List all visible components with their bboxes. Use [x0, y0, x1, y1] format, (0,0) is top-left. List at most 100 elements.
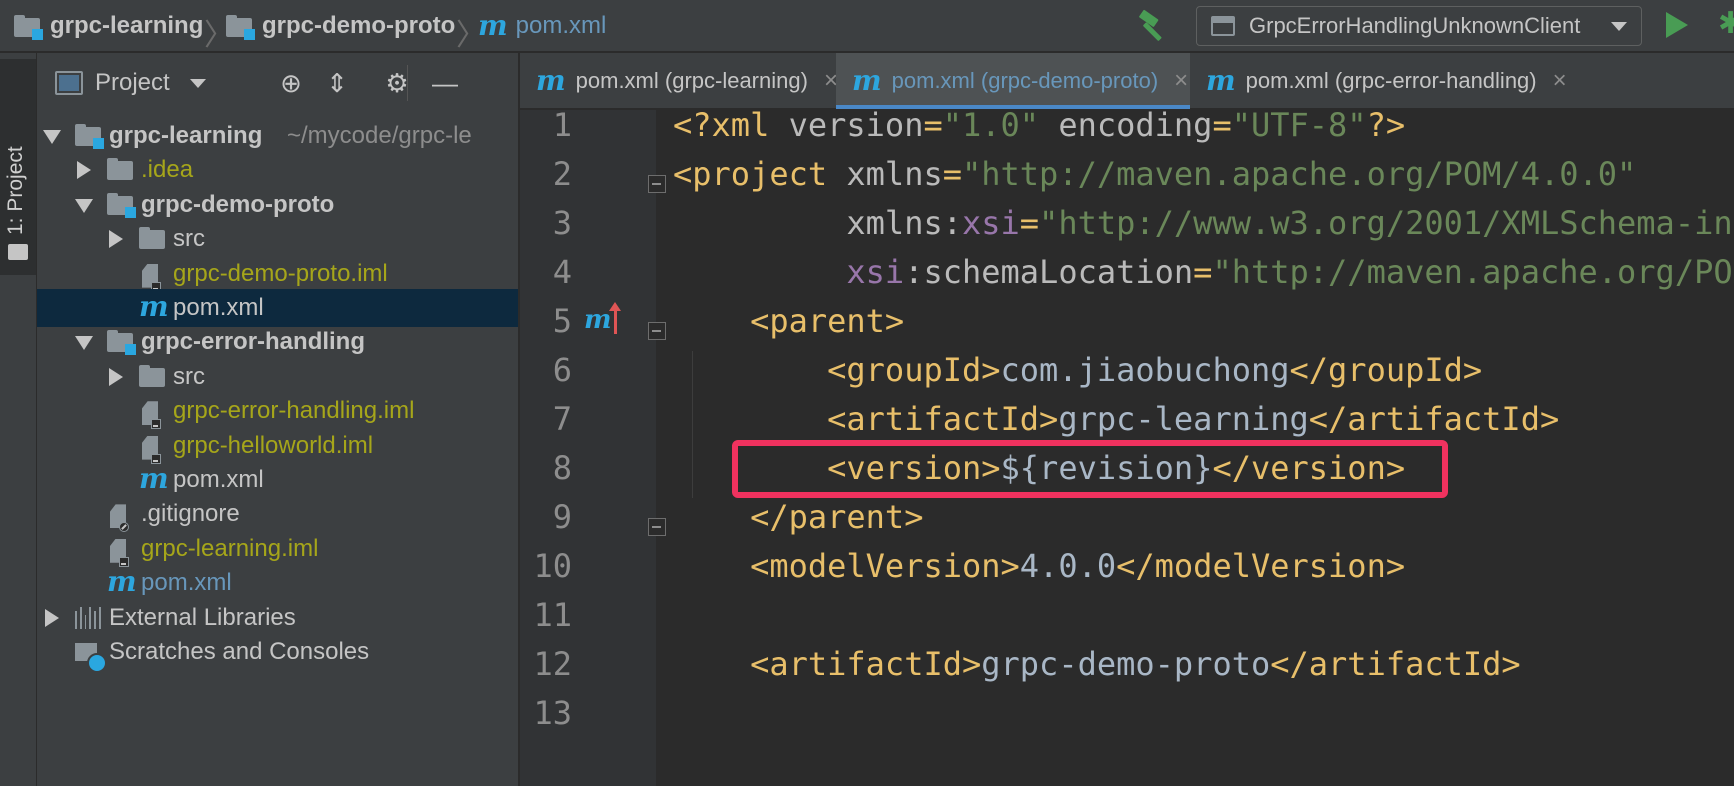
tree-item-label: grpc-learning: [109, 122, 263, 149]
build-hammer-icon[interactable]: [1136, 8, 1172, 44]
project-view-dropdown[interactable]: Project: [55, 69, 206, 97]
project-window-icon: [55, 71, 83, 95]
line-number: 3: [552, 204, 572, 242]
run-configuration-dropdown[interactable]: GrpcErrorHandlingUnknownClient: [1196, 6, 1642, 46]
collapse-all-icon[interactable]: ⇕: [321, 67, 353, 99]
code-line: <modelVersion>4.0.0</modelVersion>: [750, 547, 1406, 585]
tree-item-label: .idea: [141, 156, 194, 184]
tree-item[interactable]: grpc-error-handling.iml: [37, 392, 518, 430]
tree-item[interactable]: grpc-helloworld.iml: [37, 427, 518, 465]
tree-item[interactable]: grpc-learning ~/mycode/grpc-le: [37, 117, 518, 155]
chevron-down-icon[interactable]: [43, 130, 61, 144]
line-number: 6: [552, 351, 572, 389]
tree-item[interactable]: .gitignore: [37, 495, 518, 533]
iml-file-icon: [139, 436, 161, 464]
chevron-down-icon[interactable]: [75, 198, 93, 213]
chevron-right-icon[interactable]: [77, 161, 91, 180]
fold-marker-icon[interactable]: [648, 322, 666, 340]
minimize-icon[interactable]: —: [429, 67, 461, 99]
editor-tab[interactable]: m pom.xml (grpc-learning) ×: [520, 53, 838, 109]
tree-item-label: grpc-demo-proto: [141, 190, 335, 218]
breadcrumb-item[interactable]: grpc-demo-proto: [226, 0, 455, 52]
tree-item-label: src: [173, 225, 205, 253]
editor-tab[interactable]: m pom.xml (grpc-error-handling) ×: [1190, 53, 1570, 109]
breadcrumb-label: grpc-demo-proto: [262, 12, 456, 39]
chevron-right-icon[interactable]: [45, 608, 59, 627]
folder-icon: [8, 244, 28, 260]
maven-icon: m: [1206, 64, 1236, 97]
tree-item-label: pom.xml: [173, 466, 264, 493]
tree-item-label: grpc-error-handling.iml: [173, 397, 415, 425]
breadcrumb-label: grpc-learning: [50, 12, 204, 39]
fold-marker-icon[interactable]: [648, 175, 666, 193]
fold-marker-icon[interactable]: [648, 518, 666, 536]
code-line: <artifactId>grpc-learning</artifactId>: [827, 400, 1560, 438]
tree-item-label: pom.xml: [141, 569, 232, 597]
code-line: <?xml version="1.0" encoding="UTF-8"?>: [673, 110, 1406, 144]
module-folder-icon: [14, 15, 43, 40]
editor-gutter: 1 2 3 4 5 6 7 8 9 10 11 12 13: [520, 110, 656, 786]
tree-item-label: src: [173, 362, 205, 390]
maven-parent-marker-icon[interactable]: m: [584, 302, 621, 335]
chevron-down-icon: [189, 78, 206, 88]
breadcrumb-item[interactable]: grpc-learning: [14, 0, 203, 52]
tree-item[interactable]: m pom.xml: [37, 461, 518, 499]
line-number: 11: [533, 596, 572, 634]
code-line: xsi:schemaLocation="http://maven.apache.…: [846, 253, 1734, 291]
tree-item[interactable]: m pom.xml: [37, 289, 518, 327]
tree-item[interactable]: grpc-demo-proto: [37, 186, 518, 224]
folder-icon: [107, 158, 135, 181]
close-icon[interactable]: ×: [1553, 67, 1567, 95]
project-panel-title: Project: [95, 69, 170, 96]
tree-item[interactable]: src: [37, 358, 518, 396]
tree-item-path-hint: ~/mycode/grpc-le: [287, 122, 472, 149]
gear-icon[interactable]: ⚙: [381, 67, 413, 99]
project-tool-label: 1: Project: [4, 146, 27, 235]
close-icon[interactable]: ×: [1174, 67, 1188, 95]
tree-item-label: grpc-learning.iml: [141, 534, 319, 562]
run-button[interactable]: [1666, 12, 1688, 38]
project-tool-window-button[interactable]: 1: Project: [0, 59, 36, 275]
code-line: </parent>: [750, 498, 924, 536]
maven-icon: m: [478, 9, 508, 42]
breadcrumb-item[interactable]: m pom.xml: [478, 0, 606, 52]
tree-item[interactable]: External Libraries: [37, 599, 518, 637]
line-number: 8: [552, 449, 572, 487]
line-number: 7: [552, 400, 572, 438]
chevron-down-icon: [1611, 21, 1627, 31]
code-line: <artifactId>grpc-demo-proto</artifactId>: [750, 645, 1521, 683]
tree-item[interactable]: grpc-demo-proto.iml: [37, 255, 518, 293]
indent-guide: [692, 351, 693, 498]
iml-file-icon: [107, 539, 129, 567]
debug-button[interactable]: ✱: [1718, 6, 1734, 46]
editor-tab-active[interactable]: m pom.xml (grpc-demo-proto) ×: [836, 53, 1190, 109]
maven-icon: m: [536, 64, 566, 97]
maven-marker-label: m: [584, 305, 612, 335]
locate-target-icon[interactable]: ⊕: [275, 67, 307, 99]
line-number: 4: [552, 253, 572, 291]
tab-label: pom.xml (grpc-demo-proto): [891, 68, 1159, 93]
module-folder-icon: [226, 15, 255, 40]
code-editor[interactable]: 1 2 3 4 5 6 7 8 9 10 11 12 13 m <?xml version="1.0" …: [520, 110, 1734, 786]
tree-item-label: .gitignore: [141, 500, 240, 528]
line-number: 1: [552, 110, 572, 144]
run-config-label: GrpcErrorHandlingUnknownClient: [1249, 13, 1581, 38]
tree-item[interactable]: src: [37, 220, 518, 258]
code-line: <project xmlns="http://maven.apache.org/…: [673, 155, 1637, 193]
chevron-right-icon[interactable]: [109, 230, 123, 249]
tab-label: pom.xml (grpc-error-handling): [1245, 68, 1537, 93]
code-line: xmlns:xsi="http://www.w3.org/2001/XMLSch…: [846, 204, 1734, 242]
chevron-right-icon[interactable]: [109, 367, 123, 386]
module-folder-icon: [107, 330, 136, 356]
navigation-bar: grpc-learning 〉 grpc-demo-proto 〉 m pom.…: [0, 0, 1734, 52]
tree-item[interactable]: m pom.xml: [37, 564, 518, 602]
tree-item-label: grpc-demo-proto.iml: [173, 259, 388, 287]
tree-item[interactable]: .idea: [37, 151, 518, 189]
chevron-down-icon[interactable]: [75, 336, 93, 351]
folder-icon: [139, 364, 167, 387]
line-number: 9: [552, 498, 572, 536]
maven-icon: m: [107, 565, 137, 599]
tree-item[interactable]: Scratches and Consoles: [37, 633, 518, 673]
tree-item[interactable]: grpc-error-handling: [37, 323, 518, 361]
tree-item[interactable]: grpc-learning.iml: [37, 530, 518, 568]
